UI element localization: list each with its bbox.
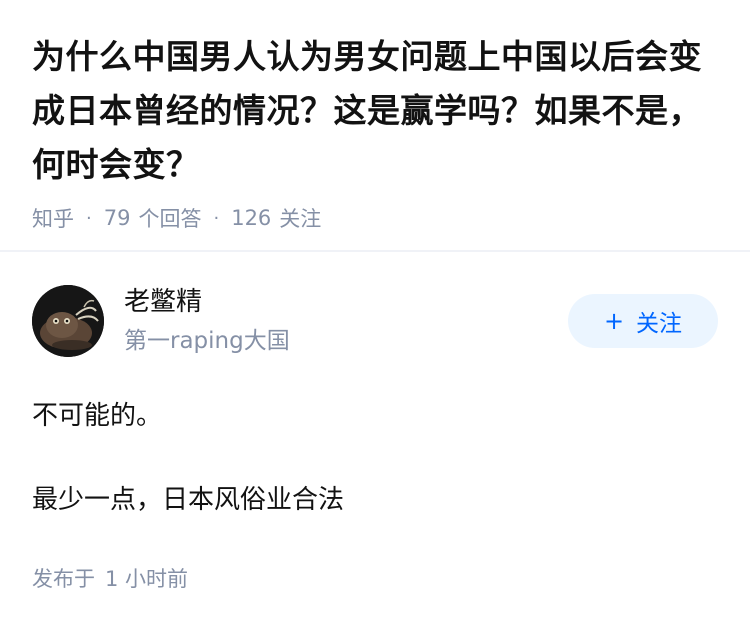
question-meta: 知乎 · 79 个回答 · 126 关注 (32, 198, 718, 238)
answer-count[interactable]: 79 (104, 206, 131, 230)
avatar[interactable] (32, 285, 104, 357)
follow-button-label: 关注 (636, 311, 683, 337)
author-bio: 第一raping大国 (124, 328, 290, 354)
plus-icon: + (603, 307, 625, 335)
section-divider (0, 250, 750, 252)
avatar-illustration-icon (32, 285, 104, 357)
published-label: 发布于 (32, 567, 95, 591)
follow-count-label[interactable]: 关注 (279, 203, 321, 233)
published-time-value: 1 小时前 (105, 567, 189, 591)
author-row: 老鳖精 第一raping大国 + 关注 (32, 285, 718, 357)
answer-card: 老鳖精 第一raping大国 + 关注 不可能的。 最少一点，日本风俗业合法 发… (32, 285, 718, 593)
question-title[interactable]: 为什么中国男人认为男女问题上中国以后会变成日本曾经的情况？这是赢学吗？如果不是，… (32, 30, 718, 192)
answer-count-label[interactable]: 个回答 (138, 203, 201, 233)
answer-content: 不可能的。 最少一点，日本风俗业合法 (32, 395, 718, 521)
answer-paragraph: 不可能的。 (32, 401, 163, 431)
published-time: 发布于 1 小时前 (32, 563, 718, 593)
author-info: 老鳖精 第一raping大国 (124, 284, 568, 358)
answer-paragraph: 最少一点，日本风俗业合法 (32, 485, 345, 515)
separator-dot: · (86, 207, 92, 229)
follow-button[interactable]: + 关注 (568, 294, 718, 348)
author-name[interactable]: 老鳖精 (124, 284, 568, 320)
question-header: 为什么中国男人认为男女问题上中国以后会变成日本曾经的情况？这是赢学吗？如果不是，… (0, 0, 750, 238)
follow-count[interactable]: 126 (231, 206, 271, 230)
separator-dot: · (213, 207, 220, 229)
source-label[interactable]: 知乎 (32, 203, 74, 233)
